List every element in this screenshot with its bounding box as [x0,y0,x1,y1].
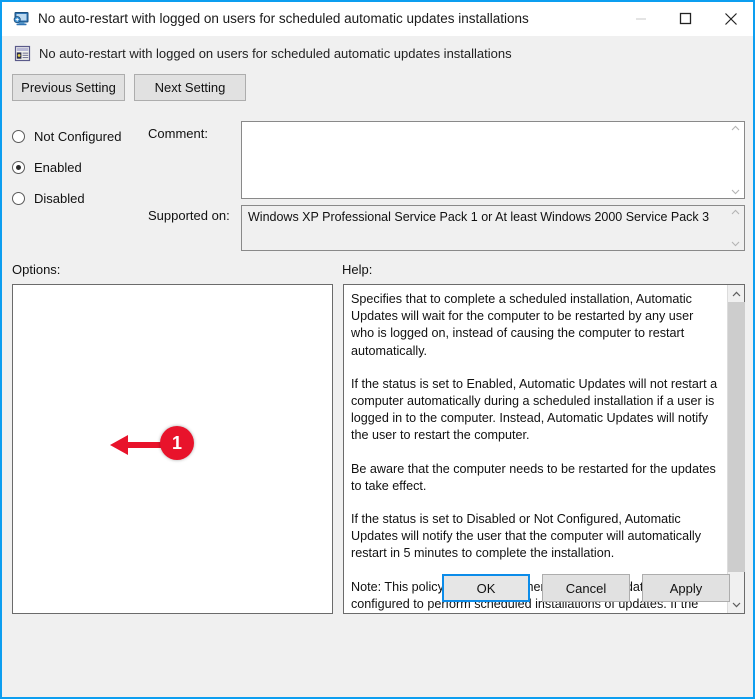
supported-on-value: Windows XP Professional Service Pack 1 o… [248,210,710,224]
computer-policy-icon [12,10,30,28]
dialog-footer: OK Cancel Apply [12,560,743,616]
radio-enabled-label: Enabled [34,160,82,175]
options-content [13,285,332,297]
annotation-badge-1: 1 [160,426,194,460]
state-and-metadata-section: Not Configured Enabled Disabled Comment: [2,113,753,258]
panels-container: Specifies that to complete a scheduled i… [12,284,745,616]
radio-disabled-mark [12,192,25,205]
radio-disabled-label: Disabled [34,191,85,206]
options-label: Options: [12,262,61,277]
help-paragraph: If the status is set to Disabled or Not … [351,512,701,561]
chevron-up-icon[interactable] [731,209,740,215]
radio-not-configured-label: Not Configured [34,129,122,144]
chevron-down-icon[interactable] [731,189,740,195]
comment-scrollbar[interactable] [727,122,744,198]
radio-not-configured[interactable]: Not Configured [12,121,142,152]
help-paragraph: If the status is set to Enabled, Automat… [351,376,718,443]
chevron-up-icon[interactable] [728,285,745,302]
radio-enabled[interactable]: Enabled [12,152,142,183]
chevron-up-icon[interactable] [731,125,740,131]
supported-on-textbox: Windows XP Professional Service Pack 1 o… [241,205,745,251]
ok-button[interactable]: OK [442,574,530,602]
policy-header: No auto-restart with logged on users for… [2,36,753,70]
comment-value[interactable] [242,122,727,198]
comment-textbox[interactable] [241,121,745,199]
policy-setting-dialog: No auto-restart with logged on users for… [0,0,755,699]
cancel-button[interactable]: Cancel [542,574,630,602]
radio-enabled-mark [12,161,25,174]
help-scrollbar-thumb[interactable] [727,302,745,573]
help-scrollbar-track[interactable] [727,302,745,596]
title-bar: No auto-restart with logged on users for… [2,0,753,36]
help-label: Help: [342,262,373,277]
comment-label: Comment: [148,126,208,141]
policy-state-radio-group: Not Configured Enabled Disabled [12,121,142,214]
radio-disabled[interactable]: Disabled [12,183,142,214]
policy-name: No auto-restart with logged on users for… [39,45,512,61]
previous-setting-button[interactable]: Previous Setting [12,74,125,101]
minimize-button[interactable] [618,2,663,36]
window-title: No auto-restart with logged on users for… [38,11,529,26]
setting-nav-buttons: Previous Setting Next Setting [2,70,753,101]
chevron-down-icon[interactable] [731,241,740,247]
apply-button[interactable]: Apply [642,574,730,602]
next-setting-button[interactable]: Next Setting [134,74,246,101]
radio-not-configured-mark [12,130,25,143]
close-button[interactable] [708,2,753,36]
help-paragraph: Be aware that the computer needs to be r… [351,461,716,493]
supported-on-label: Supported on: [148,208,230,223]
supported-on-scrollbar[interactable] [727,206,744,250]
panel-labels: Options: Help: [2,258,753,284]
maximize-button[interactable] [663,2,708,36]
help-paragraph: Specifies that to complete a scheduled i… [351,292,694,358]
policy-setting-icon [14,45,31,62]
